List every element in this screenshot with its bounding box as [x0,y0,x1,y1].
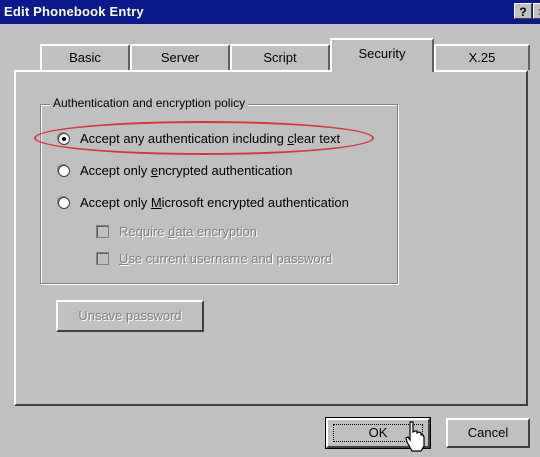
unsave-password-button: Unsave password [56,300,204,332]
radio-label: Accept any authentication including clea… [80,131,341,146]
hand-cursor-icon [405,421,425,452]
checkbox-require-encryption: Require data encryption [96,224,257,239]
tab-x25[interactable]: X.25 [434,44,530,70]
help-icon: ? [519,5,527,19]
tab-label: Script [263,50,297,65]
radio-label: Accept only Microsoft encrypted authenti… [80,195,349,210]
checkbox-icon [96,225,109,238]
cancel-button[interactable]: Cancel [446,418,530,448]
tab-basic[interactable]: Basic [40,44,130,70]
tab-script[interactable]: Script [230,44,330,70]
radio-selected-icon[interactable] [58,132,70,145]
group-label: Authentication and encryption policy [50,96,249,110]
close-button[interactable]: × [533,3,540,19]
tab-security[interactable]: Security [330,38,434,72]
window-title: Edit Phonebook Entry [4,4,144,19]
radio-empty-icon[interactable] [58,196,70,209]
tab-label: Security [358,46,406,61]
tab-label: Basic [69,50,101,65]
radio-accept-encrypted[interactable]: Accept only encrypted authentication [58,163,293,178]
tab-label: X.25 [468,50,496,65]
tab-label: Server [160,50,200,65]
tab-server[interactable]: Server [130,44,230,70]
radio-empty-icon[interactable] [58,164,70,177]
title-bar: Edit Phonebook Entry ? × [0,0,540,24]
radio-accept-microsoft[interactable]: Accept only Microsoft encrypted authenti… [58,195,349,210]
checkbox-label: Use current username and password [119,251,333,266]
checkbox-label: Require data encryption [119,224,258,239]
checkbox-icon [96,252,109,265]
checkbox-use-current-credentials: Use current username and password [96,251,332,266]
radio-accept-any[interactable]: Accept any authentication including clea… [58,131,340,146]
help-button[interactable]: ? [514,3,532,19]
radio-label: Accept only encrypted authentication [80,163,293,178]
